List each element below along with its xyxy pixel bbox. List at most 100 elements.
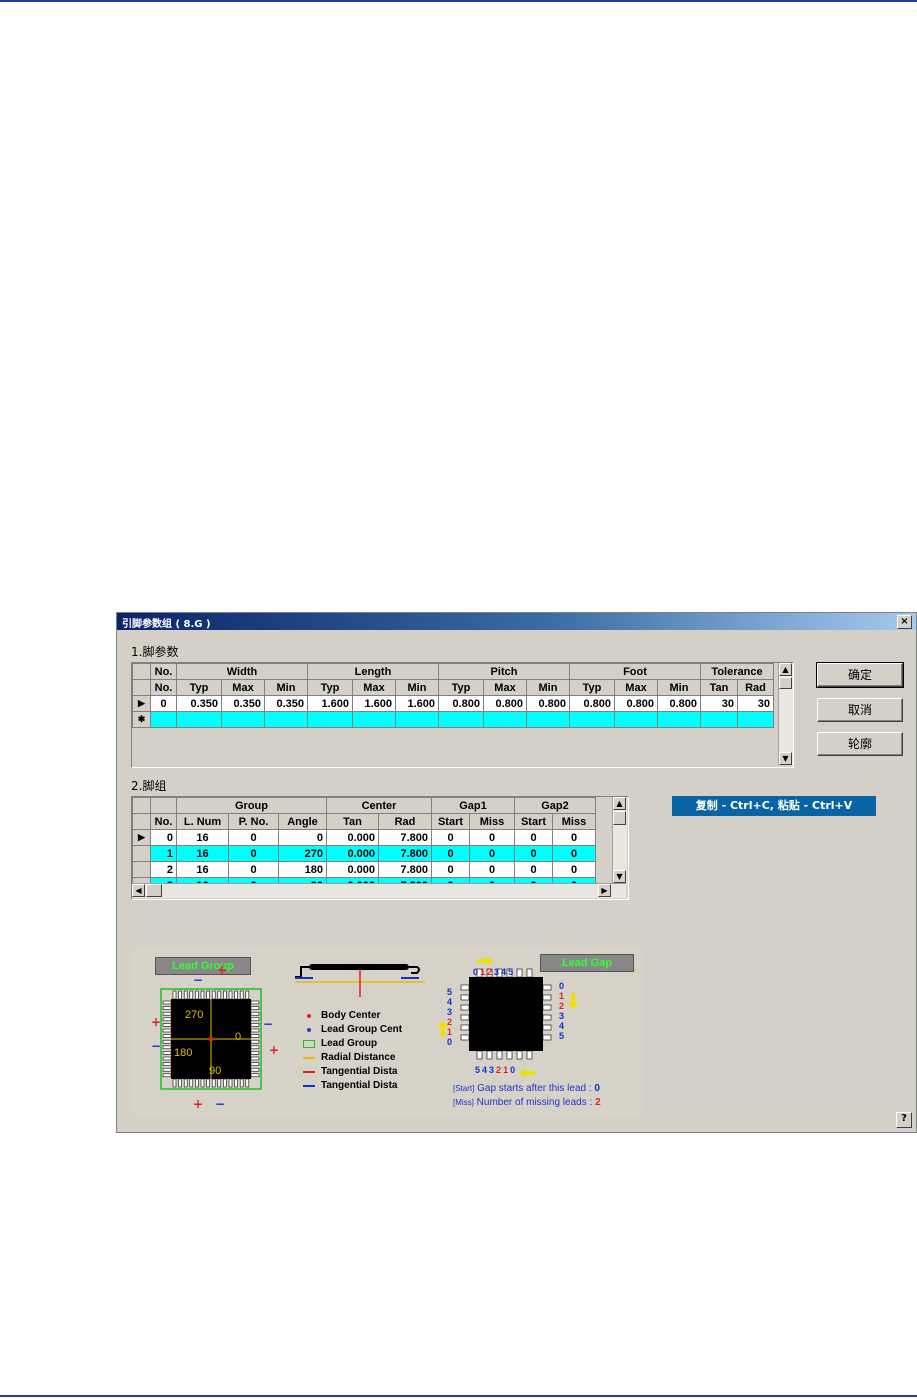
table-cell[interactable]: 16 [176, 861, 229, 878]
chip-lead [250, 1051, 260, 1055]
table-cell[interactable]: 7.800 [378, 861, 432, 878]
table-cell[interactable]: 2 [150, 861, 177, 878]
table-cell[interactable] [395, 711, 439, 728]
table-cell[interactable]: 0.350 [221, 695, 265, 712]
table-cell[interactable]: 0.000 [326, 845, 379, 862]
table-cell[interactable] [176, 711, 222, 728]
table-cell[interactable]: 0 [150, 695, 177, 712]
table-cell[interactable]: 0.800 [657, 695, 701, 712]
table-cell[interactable]: 16 [176, 845, 229, 862]
table-cell[interactable]: 1 [150, 845, 177, 862]
table-cell[interactable]: 0.800 [438, 695, 484, 712]
table-cell[interactable]: 0 [431, 829, 470, 846]
table-cell[interactable]: 0 [514, 861, 553, 878]
table-cell[interactable]: 0.800 [569, 695, 615, 712]
chip-lead [542, 1004, 552, 1011]
table-cell[interactable]: 0 [228, 861, 279, 878]
table-cell[interactable]: 0 [469, 845, 515, 862]
table-cell[interactable]: 270 [278, 845, 327, 862]
table-cell[interactable]: 0 [228, 829, 279, 846]
table-cell[interactable]: 180 [278, 861, 327, 878]
table-cell[interactable] [483, 711, 527, 728]
table-cell[interactable] [526, 711, 570, 728]
table-cell[interactable] [150, 711, 177, 728]
table-cell[interactable]: 1.600 [352, 695, 396, 712]
row-indicator[interactable]: ▶ [132, 829, 151, 846]
table-cell[interactable]: 0 [431, 861, 470, 878]
table-cell[interactable]: 0 [552, 861, 596, 878]
table-cell[interactable]: 0 [469, 829, 515, 846]
scroll-thumb[interactable] [779, 677, 792, 689]
scroll-right-icon[interactable]: ▶ [598, 884, 611, 897]
table-cell[interactable]: 0.000 [326, 829, 379, 846]
window-title: 引脚参数组 ( 8.G ) [122, 619, 211, 630]
table-cell[interactable]: 0 [552, 845, 596, 862]
table-row[interactable]: ▶ 0 16 0 0 0.000 7.800 0 0 0 0 [132, 829, 596, 846]
table-cell[interactable]: 0.800 [483, 695, 527, 712]
lead-params-grid[interactable]: No. Width Length Pitch Foot Tolerance No. Typ Ma… [131, 662, 794, 768]
row-indicator[interactable] [132, 861, 151, 878]
lead-groups-grid[interactable]: Group Center Gap1 Gap2 No. L. Num P. No. Angle T… [131, 796, 629, 900]
header-group: Tolerance [700, 663, 774, 680]
table-cell[interactable] [569, 711, 615, 728]
table-cell[interactable]: 30 [700, 695, 738, 712]
chip-lead [250, 1023, 260, 1027]
scroll-left-icon[interactable]: ◀ [132, 884, 145, 897]
table-cell[interactable]: 0.800 [526, 695, 570, 712]
table-cell[interactable]: 30 [737, 695, 774, 712]
table-cell[interactable] [657, 711, 701, 728]
table-row[interactable]: 1 16 0 270 0.000 7.800 0 0 0 0 [132, 845, 596, 862]
row-indicator[interactable] [132, 845, 151, 862]
table-cell[interactable] [352, 711, 396, 728]
table-cell[interactable]: 0.350 [264, 695, 308, 712]
table-cell[interactable] [438, 711, 484, 728]
table-cell[interactable] [307, 711, 353, 728]
outline-button[interactable]: 轮廓 [817, 732, 903, 756]
table-cell[interactable]: 0 [552, 829, 596, 846]
scroll-thumb[interactable] [146, 884, 162, 897]
header-sub: Rad [737, 679, 774, 696]
table-cell[interactable]: 0 [514, 845, 553, 862]
table-cell[interactable]: 7.800 [378, 829, 432, 846]
table-cell[interactable]: 0 [469, 861, 515, 878]
table-cell[interactable] [264, 711, 308, 728]
table-cell[interactable]: 16 [176, 829, 229, 846]
groups-horizontal-scrollbar[interactable]: ◀ ▶ [132, 883, 626, 898]
table-cell[interactable]: 0 [150, 829, 177, 846]
row-indicator[interactable]: ✱ [132, 711, 151, 728]
table-cell[interactable]: 0 [278, 829, 327, 846]
row-indicator[interactable]: ▶ [132, 695, 151, 712]
header-sub: Min [657, 679, 701, 696]
table-row[interactable]: ✱ [132, 711, 774, 728]
ok-button[interactable]: 确定 [816, 662, 904, 688]
table-cell[interactable]: 0 [431, 845, 470, 862]
title-bar[interactable]: 引脚参数组 ( 8.G ) × [117, 613, 916, 630]
table-cell[interactable] [221, 711, 265, 728]
scroll-up-icon[interactable]: ▲ [779, 663, 792, 676]
scroll-down-icon[interactable]: ▼ [613, 870, 626, 883]
table-cell[interactable]: 0 [228, 845, 279, 862]
table-cell[interactable]: 1.600 [307, 695, 353, 712]
table-cell[interactable]: 0 [514, 829, 553, 846]
help-icon[interactable]: ? [896, 1112, 912, 1128]
close-icon[interactable]: × [897, 615, 912, 629]
chip-lead [162, 1045, 172, 1050]
chip-lead [234, 990, 238, 1000]
table-row[interactable]: ▶ 0 0.350 0.350 0.350 1.600 1.600 1.600 0.800 0.8… [132, 695, 774, 712]
table-cell[interactable]: 7.800 [378, 845, 432, 862]
table-cell[interactable] [700, 711, 738, 728]
scroll-thumb[interactable] [613, 811, 626, 825]
table-cell[interactable] [737, 711, 774, 728]
table-cell[interactable]: 0.350 [176, 695, 222, 712]
table-row[interactable]: 2 16 0 180 0.000 7.800 0 0 0 0 [132, 861, 596, 878]
scroll-down-icon[interactable]: ▼ [779, 752, 792, 765]
scroll-up-icon[interactable]: ▲ [613, 797, 626, 810]
params-vertical-scrollbar[interactable]: ▲ ▼ [778, 663, 793, 765]
header-group: Gap2 [514, 797, 596, 814]
table-cell[interactable]: 0.000 [326, 861, 379, 878]
groups-vertical-scrollbar[interactable]: ▲ ▼ [612, 797, 627, 883]
table-cell[interactable] [614, 711, 658, 728]
table-cell[interactable]: 0.800 [614, 695, 658, 712]
table-cell[interactable]: 1.600 [395, 695, 439, 712]
cancel-button[interactable]: 取消 [817, 698, 903, 722]
